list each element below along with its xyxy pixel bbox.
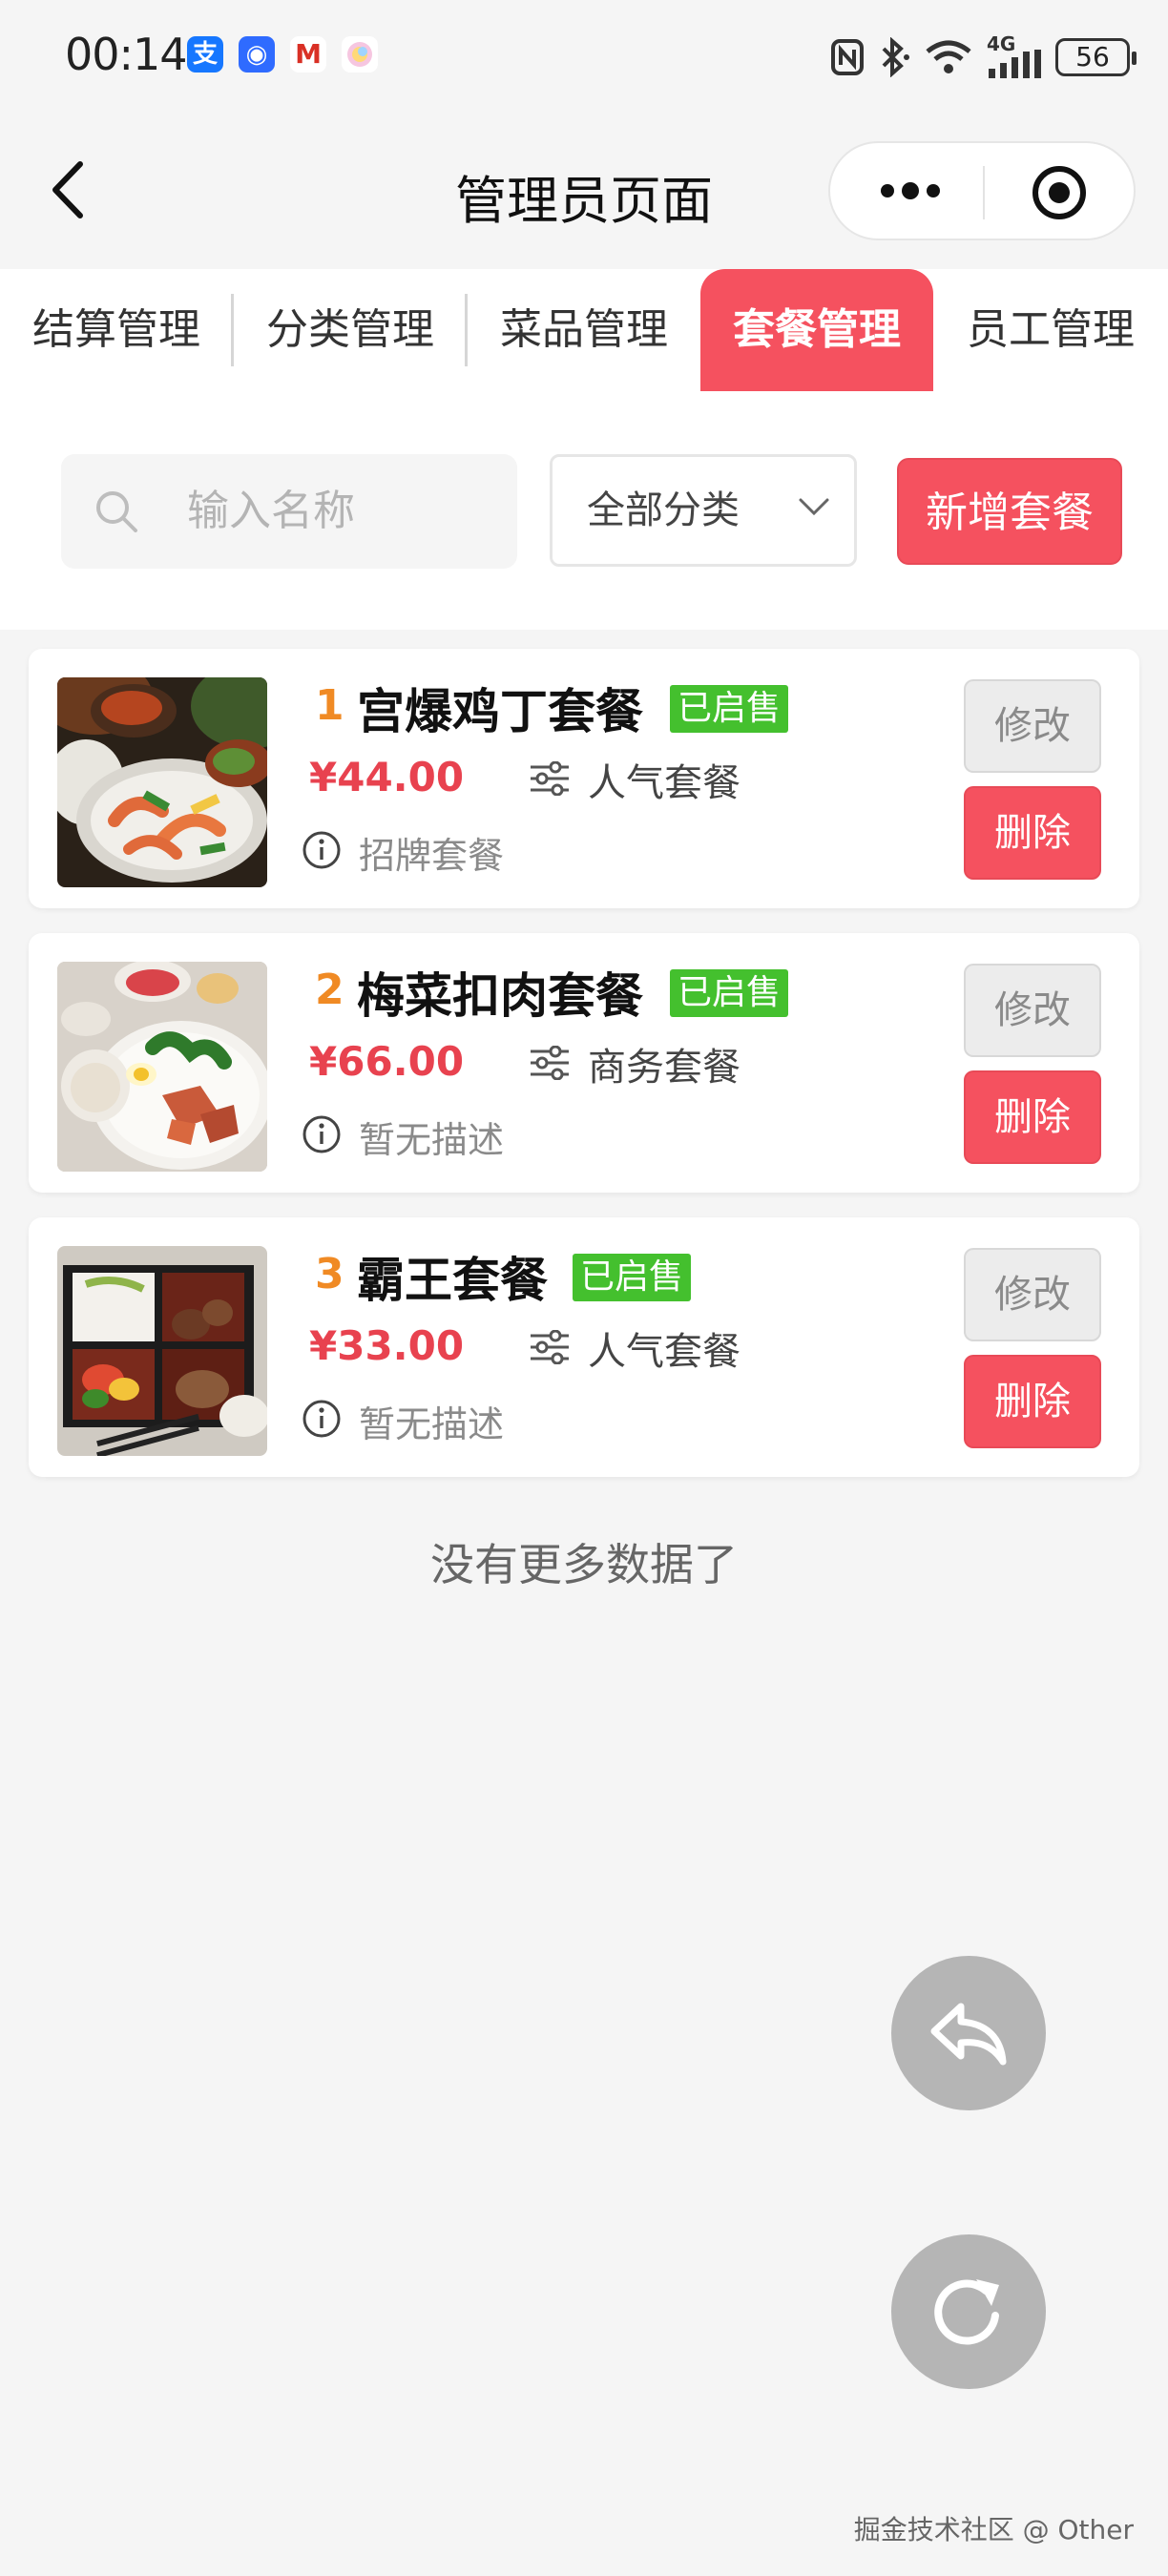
category-select[interactable]: 全部分类 xyxy=(550,454,857,567)
more-menu-button[interactable] xyxy=(872,172,949,210)
cellular-signal-icon: 4G xyxy=(987,32,1042,78)
target-circle-icon xyxy=(1032,166,1086,219)
refresh-float-button[interactable] xyxy=(891,2234,1046,2389)
info-icon xyxy=(302,1400,341,1438)
tab-combo[interactable]: 套餐管理 xyxy=(700,269,933,391)
status-time: 00:14 xyxy=(65,29,188,80)
combo-index: 1 xyxy=(315,681,344,730)
status-bar: 00:14 支 ◉ M 4G 56 xyxy=(0,0,1168,114)
list-end-text: 没有更多数据了 xyxy=(430,1539,738,1590)
combo-price: ¥44.00 xyxy=(309,754,465,800)
combo-name: 宫爆鸡丁套餐 xyxy=(357,684,643,739)
search-icon xyxy=(96,491,137,532)
search-input[interactable]: 输入名称 xyxy=(61,454,517,569)
info-icon xyxy=(302,1115,341,1153)
sliders-icon xyxy=(531,1046,569,1080)
tab-dish[interactable]: 菜品管理 xyxy=(468,269,700,391)
more-dots-icon xyxy=(881,182,940,199)
close-mini-program-button[interactable] xyxy=(1031,164,1088,221)
combo-category: 人气套餐 xyxy=(588,761,740,805)
edit-button[interactable]: 修改 xyxy=(964,964,1101,1057)
sliders-icon xyxy=(531,1330,569,1364)
alipay-icon: 支 xyxy=(187,36,223,73)
edit-button[interactable]: 修改 xyxy=(964,679,1101,773)
battery-indicator: 56 xyxy=(1055,38,1137,76)
tab-bar: 结算管理 分类管理 菜品管理 套餐管理 员工管理 xyxy=(0,269,1168,394)
filter-bar: 输入名称 全部分类 新增套餐 xyxy=(0,393,1168,630)
delete-button[interactable]: 删除 xyxy=(964,786,1101,880)
status-badge: 已启售 xyxy=(573,1254,692,1301)
combo-index: 3 xyxy=(315,1250,344,1298)
combo-image xyxy=(57,1246,267,1456)
refresh-icon xyxy=(934,2279,999,2345)
tab-employee[interactable]: 员工管理 xyxy=(933,269,1168,391)
combo-card: 1 宫爆鸡丁套餐 已启售 ¥44.00 人气套餐 招牌套餐 修改 删除 xyxy=(29,649,1139,908)
info-icon xyxy=(302,831,341,869)
combo-description: 暂无描述 xyxy=(359,1403,505,1445)
combo-card: 3 霸王套餐 已启售 ¥33.00 人气套餐 暂无描述 修改 删除 xyxy=(29,1217,1139,1477)
combo-index: 2 xyxy=(315,966,344,1014)
gmail-icon: M xyxy=(290,36,326,73)
nav-bar: 管理员页面 xyxy=(0,124,1168,258)
combo-description: 招牌套餐 xyxy=(359,835,505,877)
combo-price: ¥33.00 xyxy=(309,1322,465,1369)
add-combo-button[interactable]: 新增套餐 xyxy=(897,458,1122,565)
status-indicators: 4G 56 xyxy=(830,31,1137,84)
combo-image xyxy=(57,677,267,887)
delete-button[interactable]: 删除 xyxy=(964,1070,1101,1164)
back-float-button[interactable] xyxy=(891,1956,1046,2110)
status-badge: 已启售 xyxy=(670,685,789,733)
sliders-icon xyxy=(531,761,569,796)
status-badge: 已启售 xyxy=(670,969,789,1017)
combo-price: ¥66.00 xyxy=(309,1038,465,1085)
combo-description: 暂无描述 xyxy=(359,1119,505,1161)
watermark: 掘金技术社区 @ Other xyxy=(853,2514,1134,2545)
combo-category: 商务套餐 xyxy=(588,1046,740,1090)
tab-settlement[interactable]: 结算管理 xyxy=(0,269,233,391)
nfc-icon xyxy=(831,39,864,75)
combo-card: 2 梅菜扣肉套餐 已启售 ¥66.00 商务套餐 暂无描述 修改 删除 xyxy=(29,933,1139,1193)
edit-button[interactable]: 修改 xyxy=(964,1248,1101,1341)
chevron-down-icon xyxy=(799,498,829,516)
search-placeholder: 输入名称 xyxy=(187,487,355,535)
delete-button[interactable]: 删除 xyxy=(964,1355,1101,1448)
category-select-value: 全部分类 xyxy=(587,488,740,532)
capsule-divider xyxy=(983,166,985,219)
mini-program-capsule xyxy=(828,141,1136,240)
photos-icon xyxy=(342,36,378,73)
tab-category[interactable]: 分类管理 xyxy=(234,269,467,391)
combo-name: 梅菜扣肉套餐 xyxy=(357,968,643,1024)
app-shield-icon: ◉ xyxy=(239,36,275,73)
wifi-icon xyxy=(926,40,971,73)
combo-image xyxy=(57,962,267,1172)
bluetooth-icon xyxy=(882,37,909,77)
reply-arrow-icon xyxy=(930,2003,1007,2066)
combo-category: 人气套餐 xyxy=(588,1330,740,1374)
combo-name: 霸王套餐 xyxy=(357,1253,548,1308)
